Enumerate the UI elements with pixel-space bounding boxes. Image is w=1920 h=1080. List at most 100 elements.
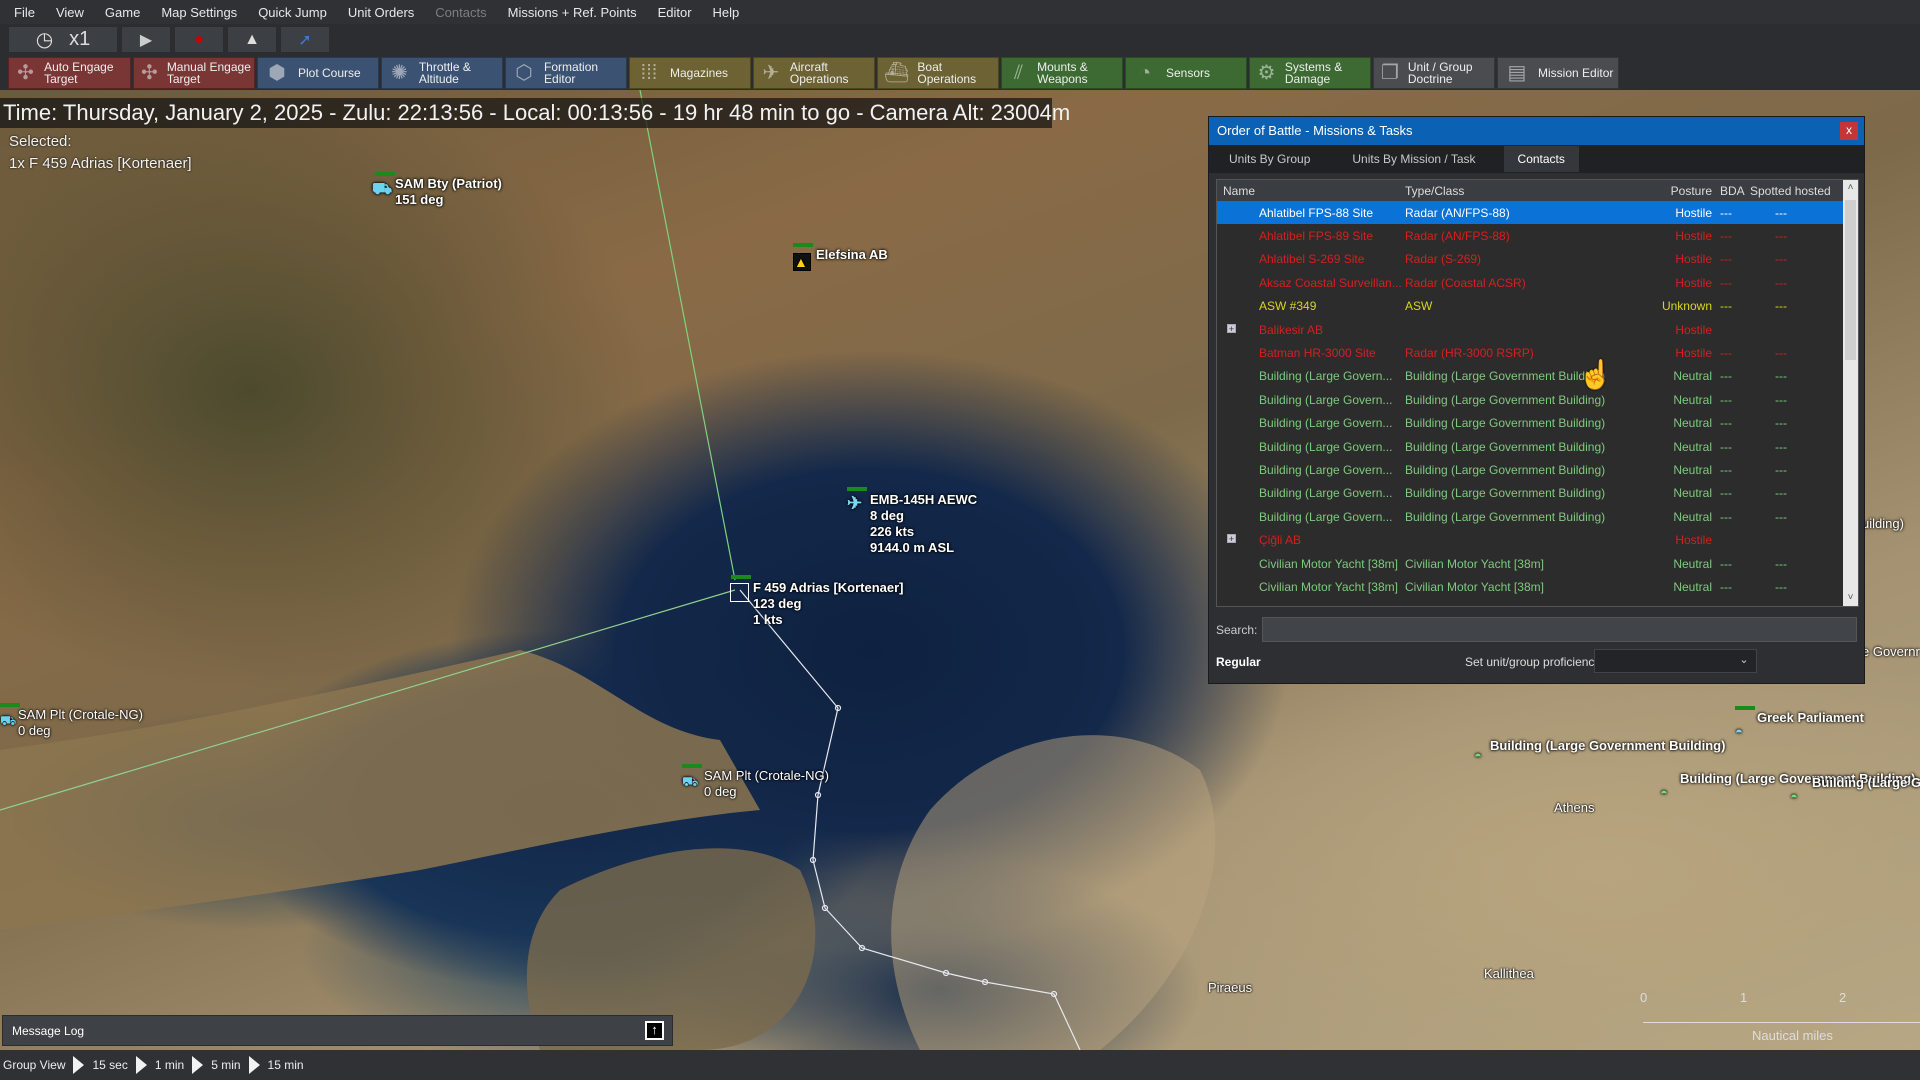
systems-damage-button[interactable]: ⚙ Systems & Damage — [1249, 57, 1371, 89]
close-button[interactable]: x — [1840, 122, 1858, 140]
table-row[interactable]: Ahlatibel S-269 Site Radar (S-269) Hostile… — [1217, 248, 1858, 271]
cell-bda: --- — [1720, 439, 1732, 454]
table-row[interactable]: Ahlatibel FPS-88 Site Radar (AN/FPS-88) Ho… — [1217, 201, 1858, 225]
menu-map-settings[interactable]: Map Settings — [161, 5, 237, 20]
column-name[interactable]: Name — [1223, 184, 1405, 198]
table-row[interactable]: Batman HR-3000 Site Radar (HR-3000 RSRP) H… — [1217, 341, 1858, 364]
expand-icon[interactable]: + — [1227, 323, 1236, 333]
scroll-up-icon[interactable]: ˄ — [1843, 180, 1858, 196]
magazines-button[interactable]: ⁞⁞⁞ Magazines — [629, 57, 751, 89]
formation-editor-button[interactable]: ⬡ Formation Editor — [505, 57, 627, 89]
boat-operations-button[interactable]: ⛴ Boat Operations — [877, 57, 999, 89]
cell-type: Building (Large Government Building) — [1405, 416, 1606, 431]
menu-contacts: Contacts — [435, 4, 487, 20]
step-15min[interactable]: 15 min — [268, 1058, 304, 1072]
cell-spotted: --- — [1775, 486, 1787, 501]
mounts-weapons-button[interactable]: ⫽ Mounts & Weapons — [1001, 57, 1123, 89]
column-spotted[interactable]: Spotted hosted — [1750, 184, 1840, 198]
cell-bda: --- — [1720, 252, 1732, 267]
proficiency-select[interactable]: ⌄ — [1594, 649, 1757, 673]
table-row[interactable]: Building (Large Govern... Building (Large… — [1217, 412, 1858, 435]
table-row[interactable]: Building (Large Govern... Building (Large… — [1217, 365, 1858, 388]
cell-spotted: --- — [1775, 205, 1787, 220]
table-row[interactable]: + Balikesir AB Hostile — [1217, 318, 1858, 341]
expand-up-icon[interactable]: ↑ — [645, 1021, 664, 1040]
place-athens: Athens — [1554, 800, 1595, 815]
table-row[interactable]: Building (Large Govern... Building (Large… — [1217, 482, 1858, 505]
cell-name: Building (Large Govern... — [1259, 462, 1393, 477]
expand-icon[interactable]: + — [1227, 534, 1236, 544]
table-row[interactable]: ASW #349 ASW Unknown --- --- — [1217, 295, 1858, 318]
search-input[interactable] — [1262, 617, 1857, 642]
auto-engage-button[interactable]: ✣ Auto Engage Target — [8, 57, 131, 89]
tab-units-by-mission[interactable]: Units By Mission / Task — [1338, 146, 1489, 172]
table-row[interactable]: Building (Large Govern... Building (Large… — [1217, 435, 1858, 458]
table-row[interactable]: Building (Large Govern... Building (Large… — [1217, 458, 1858, 481]
scroll-down-icon[interactable]: ˅ — [1843, 590, 1858, 606]
layers-button[interactable]: ▲ — [227, 26, 277, 53]
step-5min[interactable]: 5 min — [211, 1058, 240, 1072]
cell-posture: Hostile — [1675, 533, 1712, 548]
cell-type: Building (Large Government Building) — [1405, 439, 1606, 454]
table-row[interactable]: + Çiğli AB Hostile — [1217, 528, 1858, 551]
table-row[interactable]: Civilian Motor Yacht [38m] Civilian Motor… — [1217, 552, 1858, 575]
unit-heading: 8 deg — [870, 508, 904, 523]
group-view-label[interactable]: Group View — [3, 1058, 65, 1072]
menu-view[interactable]: View — [56, 5, 84, 20]
menu-quick-jump[interactable]: Quick Jump — [258, 5, 327, 20]
scroll-thumb[interactable] — [1845, 200, 1856, 360]
menu-game[interactable]: Game — [105, 5, 140, 20]
menu-help[interactable]: Help — [713, 5, 740, 20]
tab-units-by-group[interactable]: Units By Group — [1215, 146, 1324, 172]
aircraft-operations-button[interactable]: ✈ Aircraft Operations — [753, 57, 875, 89]
unit-name: SAM Plt (Crotale-NG) — [18, 707, 143, 722]
step-1min[interactable]: 1 min — [155, 1058, 184, 1072]
play-button[interactable]: ▶ — [121, 26, 171, 53]
mission-editor-button[interactable]: ▤ Mission Editor — [1497, 57, 1619, 89]
unit-name: Elefsina AB — [816, 247, 888, 262]
table-row[interactable]: Aksaz Coastal Surveillan... Radar (Coasta… — [1217, 271, 1858, 294]
column-posture[interactable]: Posture — [1650, 184, 1720, 198]
dialog-title-bar[interactable]: Order of Battle - Missions & Tasks x — [1209, 117, 1864, 145]
sensors-button[interactable]: ◔ Sensors — [1125, 57, 1247, 89]
table-row[interactable]: Building (Large Govern... Building (Large… — [1217, 505, 1858, 528]
message-log-bar[interactable]: Message Log ↑ — [2, 1015, 673, 1046]
plot-course-button[interactable]: ⬢ Plot Course — [257, 57, 379, 89]
scale-tick-label: 1 — [1740, 990, 1748, 1005]
cell-spotted: --- — [1775, 229, 1787, 244]
manual-engage-button[interactable]: ✣ Manual Engage Target — [133, 57, 255, 89]
table-row[interactable]: Ahlatibel FPS-89 Site Radar (AN/FPS-88) Ho… — [1217, 224, 1858, 247]
menu-missions[interactable]: Missions + Ref. Points — [508, 5, 637, 20]
speed-label: x1 — [69, 28, 91, 50]
play-arrow-icon[interactable] — [192, 1056, 204, 1074]
step-15sec[interactable]: 15 sec — [92, 1058, 127, 1072]
record-button[interactable]: ● — [174, 26, 224, 53]
menu-unit-orders[interactable]: Unit Orders — [348, 5, 414, 20]
cell-spotted: --- — [1775, 392, 1787, 407]
menu-file[interactable]: File — [14, 5, 35, 20]
scale-bar: 0 1 2 Nautical miles — [1640, 990, 1920, 1050]
tab-contacts[interactable]: Contacts — [1503, 146, 1579, 172]
jump-button[interactable]: ➚ — [280, 26, 330, 53]
scale-unit: Nautical miles — [1752, 1028, 1833, 1043]
health-bar — [1735, 706, 1755, 710]
cell-name: Building (Large Govern... — [1259, 439, 1393, 454]
play-arrow-icon[interactable] — [248, 1056, 260, 1074]
time-compression-button[interactable]: ◷ x1 — [8, 26, 118, 53]
scrollbar[interactable]: ˄ ˅ — [1843, 180, 1858, 606]
column-type[interactable]: Type/Class — [1405, 184, 1650, 198]
group-view-bar: Group View 15 sec 1 min 5 min 15 min — [0, 1050, 1920, 1080]
column-bda[interactable]: BDA — [1720, 184, 1750, 198]
cell-name: Batman HR-3000 Site — [1259, 346, 1376, 361]
cell-spotted: --- — [1775, 346, 1787, 361]
table-row[interactable]: Building (Large Govern... Building (Large… — [1217, 388, 1858, 411]
menu-editor[interactable]: Editor — [658, 5, 692, 20]
throttle-altitude-button[interactable]: ✺ Throttle & Altitude — [381, 57, 503, 89]
cell-type: Radar (Coastal ACSR) — [1405, 275, 1526, 290]
table-row[interactable]: Civilian Motor Yacht [38m] Civilian Motor… — [1217, 575, 1858, 598]
play-arrow-icon[interactable] — [73, 1056, 85, 1074]
cell-posture: Hostile — [1675, 346, 1712, 361]
unit-name: F 459 Adrias [Kortenaer] — [753, 580, 904, 595]
play-arrow-icon[interactable] — [135, 1056, 147, 1074]
doctrine-button[interactable]: ❐ Unit / Group Doctrine — [1373, 57, 1495, 89]
